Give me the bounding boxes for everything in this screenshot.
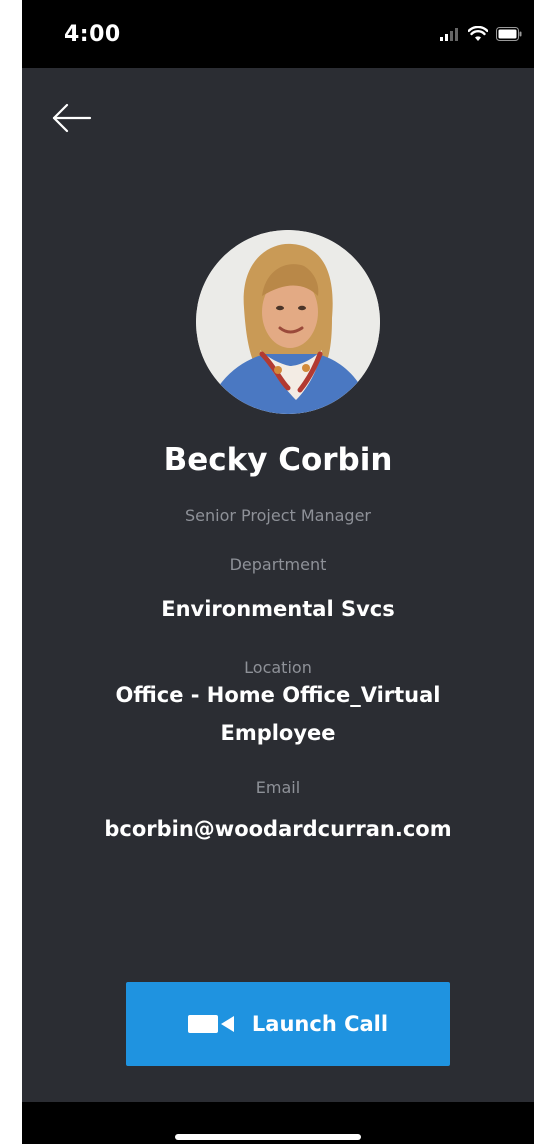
location-value-line1: Office - Home Office_Virtual [115, 683, 441, 707]
back-button[interactable] [48, 96, 96, 144]
battery-icon [496, 27, 522, 41]
status-time: 4:00 [64, 22, 121, 47]
arrow-left-icon [52, 103, 92, 133]
status-bar: 4:00 [22, 0, 534, 68]
department-label: Department [229, 555, 327, 574]
department-value: Environmental Svcs [161, 597, 395, 621]
email-value[interactable]: bcorbin@woodardcurran.com [22, 812, 534, 846]
launch-call-label: Launch Call [251, 1012, 389, 1036]
job-title: Senior Project Manager [185, 506, 371, 525]
avatar [196, 230, 380, 414]
video-camera-icon [187, 1015, 234, 1033]
profile-photo [196, 230, 380, 414]
home-indicator[interactable] [175, 1134, 361, 1140]
email-label: Email [255, 778, 301, 797]
location-label: Location [244, 658, 312, 677]
wifi-icon [468, 26, 488, 41]
status-icons [440, 24, 522, 44]
profile-screen: 4:00 Becky Corbin Senior Project Manager… [22, 0, 534, 1144]
location-value-line2: Employee [220, 721, 336, 745]
cellular-signal-icon [440, 28, 458, 41]
profile-name: Becky Corbin [163, 442, 393, 478]
launch-call-button[interactable]: Launch Call [126, 982, 450, 1066]
